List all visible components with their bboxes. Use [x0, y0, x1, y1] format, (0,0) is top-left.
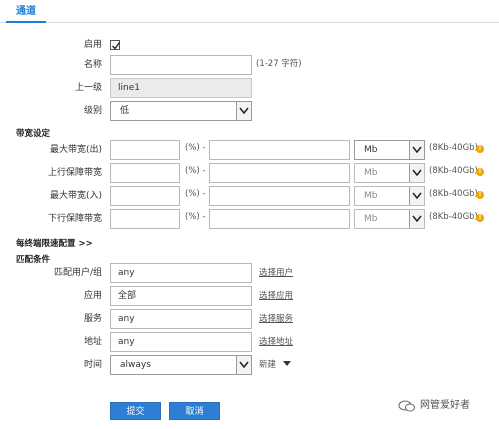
submit-button[interactable]: 提交	[110, 402, 161, 420]
cancel-button[interactable]: 取消	[169, 402, 220, 420]
per-endpoint-toggle[interactable]: 每终端限速配置 >>	[16, 237, 93, 249]
level-value: 低	[120, 106, 130, 116]
bw-value-input[interactable]	[209, 209, 350, 229]
bw-unit-value: Mb	[364, 214, 378, 224]
match-service-label: 服务	[83, 314, 102, 324]
enable-label: 启用	[83, 40, 102, 50]
bw-percent-suffix: (%) -	[185, 166, 206, 176]
bw-value-input[interactable]	[209, 163, 350, 183]
wechat-icon	[398, 400, 415, 412]
tab-bar: 通道	[0, 0, 499, 23]
tab-channel[interactable]: 通道	[6, 4, 46, 23]
chevron-down-icon	[409, 141, 424, 159]
select-user-link[interactable]: 选择用户	[259, 267, 293, 279]
level-select[interactable]: 低	[110, 101, 252, 121]
bw-range-hint: (8Kb-40Gb)	[429, 143, 478, 153]
name-hint: (1-27 字符)	[256, 59, 302, 69]
new-time-label: 新建	[259, 360, 277, 370]
bw-percent-suffix: (%) -	[185, 143, 206, 153]
bw-value-input[interactable]	[209, 140, 350, 160]
info-icon[interactable]: !	[476, 191, 484, 199]
match-address-input[interactable]: any	[110, 332, 252, 352]
match-time-value: always	[120, 360, 151, 370]
new-time-link[interactable]: 新建	[259, 359, 291, 371]
bandwidth-section-title: 带宽设定	[16, 129, 51, 139]
match-user-label: 匹配用户/组	[53, 268, 102, 278]
match-address-label: 地址	[83, 337, 102, 347]
bw-percent-input[interactable]	[110, 186, 180, 206]
bw-unit-select[interactable]: Mb	[354, 163, 425, 183]
bw-unit-value: Mb	[364, 145, 378, 155]
match-app-input[interactable]: 全部	[110, 286, 252, 306]
parent-input: line1	[110, 78, 252, 98]
bw-range-hint: (8Kb-40Gb)	[429, 166, 478, 176]
bw-percent-input[interactable]	[110, 163, 180, 183]
chevron-down-icon	[236, 102, 251, 120]
chevron-down-icon	[236, 356, 251, 374]
bw-value-input[interactable]	[209, 186, 350, 206]
bw-range-hint: (8Kb-40Gb)	[429, 189, 478, 199]
chevron-down-icon	[409, 187, 424, 205]
name-input[interactable]	[110, 55, 252, 75]
enable-checkbox[interactable]	[110, 40, 121, 50]
select-service-link[interactable]: 选择服务	[259, 313, 293, 325]
bw-row-label: 最大带宽(入)	[49, 191, 102, 201]
info-icon[interactable]: !	[476, 168, 484, 176]
match-user-input[interactable]: any	[110, 263, 252, 283]
bw-range-hint: (8Kb-40Gb)	[429, 212, 478, 222]
bw-percent-suffix: (%) -	[185, 212, 206, 222]
bw-percent-input[interactable]	[110, 140, 180, 160]
bw-percent-suffix: (%) -	[185, 189, 206, 199]
bw-unit-select[interactable]: Mb	[354, 186, 425, 206]
name-label: 名称	[83, 60, 102, 70]
watermark-text: 网管爱好者	[420, 400, 470, 411]
bw-row-label: 上行保障带宽	[47, 168, 102, 178]
bw-unit-value: Mb	[364, 191, 378, 201]
info-icon[interactable]: !	[476, 214, 484, 222]
bw-unit-select[interactable]: Mb	[354, 140, 425, 160]
parent-label: 上一级	[74, 83, 102, 93]
bw-row-label: 最大带宽(出)	[49, 145, 102, 155]
level-label: 级别	[83, 106, 102, 116]
select-app-link[interactable]: 选择应用	[259, 290, 293, 302]
match-time-select[interactable]: always	[110, 355, 252, 375]
bw-percent-input[interactable]	[110, 209, 180, 229]
chevron-down-icon	[409, 210, 424, 228]
chevron-down-icon	[409, 164, 424, 182]
bw-unit-value: Mb	[364, 168, 378, 178]
match-app-label: 应用	[83, 291, 102, 301]
select-address-link[interactable]: 选择地址	[259, 336, 293, 348]
caret-down-icon	[282, 361, 291, 366]
bw-unit-select[interactable]: Mb	[354, 209, 425, 229]
match-section-title: 匹配条件	[16, 255, 51, 265]
check-icon	[112, 42, 121, 50]
match-time-label: 时间	[83, 360, 102, 370]
info-icon[interactable]: !	[476, 145, 484, 153]
bw-row-label: 下行保障带宽	[47, 214, 102, 224]
match-service-input[interactable]: any	[110, 309, 252, 329]
